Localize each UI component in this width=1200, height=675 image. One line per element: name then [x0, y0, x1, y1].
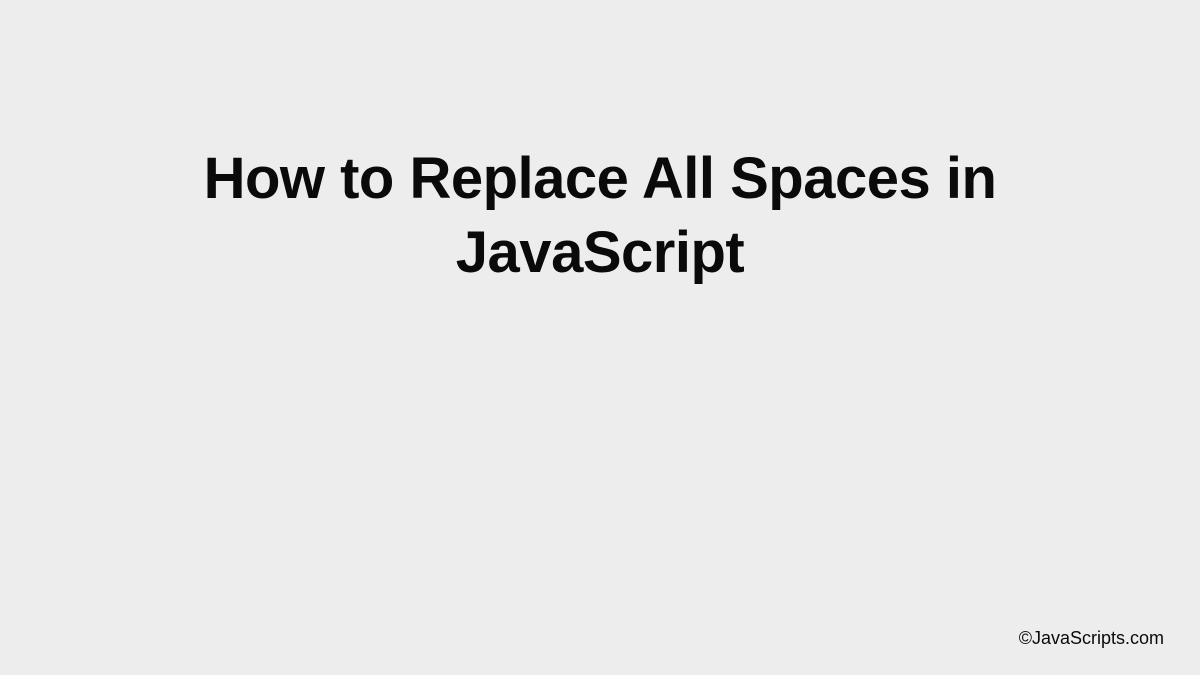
attribution-text: ©JavaScripts.com	[1019, 628, 1164, 649]
page-title: How to Replace All Spaces in JavaScript	[0, 142, 1200, 290]
